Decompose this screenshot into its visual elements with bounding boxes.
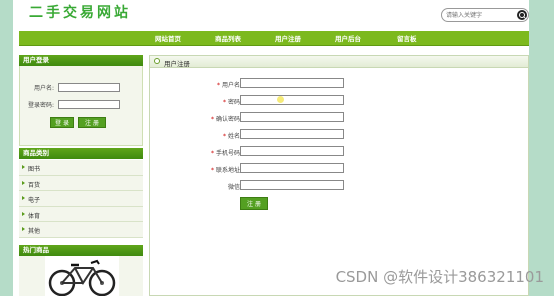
register-address-input[interactable] — [240, 163, 344, 173]
password-label: 登录密码: — [28, 102, 55, 109]
mouse-cursor-highlight — [277, 96, 284, 103]
hot-products-title: 热门商品 — [19, 245, 143, 256]
category-item-electronics[interactable]: 电子 — [19, 191, 143, 207]
nav-message-board[interactable]: 留言板 — [397, 33, 417, 43]
circle-icon — [154, 58, 160, 64]
register-panel-header: 用户注册 — [150, 56, 528, 68]
arrow-right-icon — [22, 211, 25, 216]
nav-home[interactable]: 网站首页 — [155, 33, 181, 43]
arrow-right-icon — [22, 180, 25, 185]
arrow-right-icon — [22, 196, 25, 201]
sidebar-register-button[interactable]: 注 册 — [78, 117, 106, 128]
arrow-right-icon — [22, 165, 25, 169]
search-input[interactable] — [446, 10, 512, 20]
form-label-username: * 用户名: — [217, 82, 242, 89]
site-logo[interactable]: 二手交易网站 — [29, 2, 131, 22]
register-confirm-password-input[interactable] — [240, 112, 344, 122]
login-button[interactable]: 登 录 — [50, 117, 74, 128]
login-password-input[interactable] — [58, 100, 120, 109]
bicycle-icon[interactable] — [45, 256, 119, 296]
page: 二手交易网站 网站首页 商品列表 用户注册 用户后台 留言板 用户登录 用户名:… — [13, 0, 529, 296]
form-label-confirm-password: * 确认密码: — [211, 116, 242, 123]
register-panel: 用户注册 * 用户名: * 密码: * 确认密码: * 姓名: * 手机号码: … — [149, 55, 529, 296]
category-item-other[interactable]: 其他 — [19, 222, 143, 238]
category-title: 商品类别 — [19, 148, 143, 159]
nav-user-center[interactable]: 用户后台 — [335, 33, 361, 43]
nav-register[interactable]: 用户注册 — [275, 33, 301, 43]
login-title: 用户登录 — [19, 55, 143, 66]
register-username-input[interactable] — [240, 78, 344, 88]
hot-products-box — [19, 256, 143, 296]
search-icon[interactable] — [517, 10, 527, 20]
login-username-input[interactable] — [58, 83, 120, 92]
main-nav: 网站首页 商品列表 用户注册 用户后台 留言板 — [19, 31, 529, 46]
watermark-text: CSDN @软件设计386321101 — [335, 268, 544, 286]
arrow-right-icon — [22, 227, 25, 232]
nav-products[interactable]: 商品列表 — [215, 33, 241, 43]
register-panel-title: 用户注册 — [164, 60, 190, 68]
category-list: 图书 百货 电子 体育 其他 — [19, 160, 143, 238]
register-name-input[interactable] — [240, 129, 344, 139]
register-submit-button[interactable]: 注 册 — [240, 197, 268, 210]
register-wechat-input[interactable] — [240, 180, 344, 190]
register-phone-input[interactable] — [240, 146, 344, 156]
category-item-sports[interactable]: 体育 — [19, 206, 143, 223]
category-item-books[interactable]: 图书 — [19, 160, 143, 176]
form-label-address: * 联系地址: — [211, 167, 242, 174]
login-box: 用户名: 登录密码: 登 录 注 册 — [19, 66, 143, 146]
form-label-phone: * 手机号码: — [211, 150, 242, 157]
register-password-input[interactable] — [240, 95, 344, 105]
search-box — [441, 8, 529, 22]
username-label: 用户名: — [34, 85, 55, 92]
category-item-goods[interactable]: 百货 — [19, 175, 143, 192]
